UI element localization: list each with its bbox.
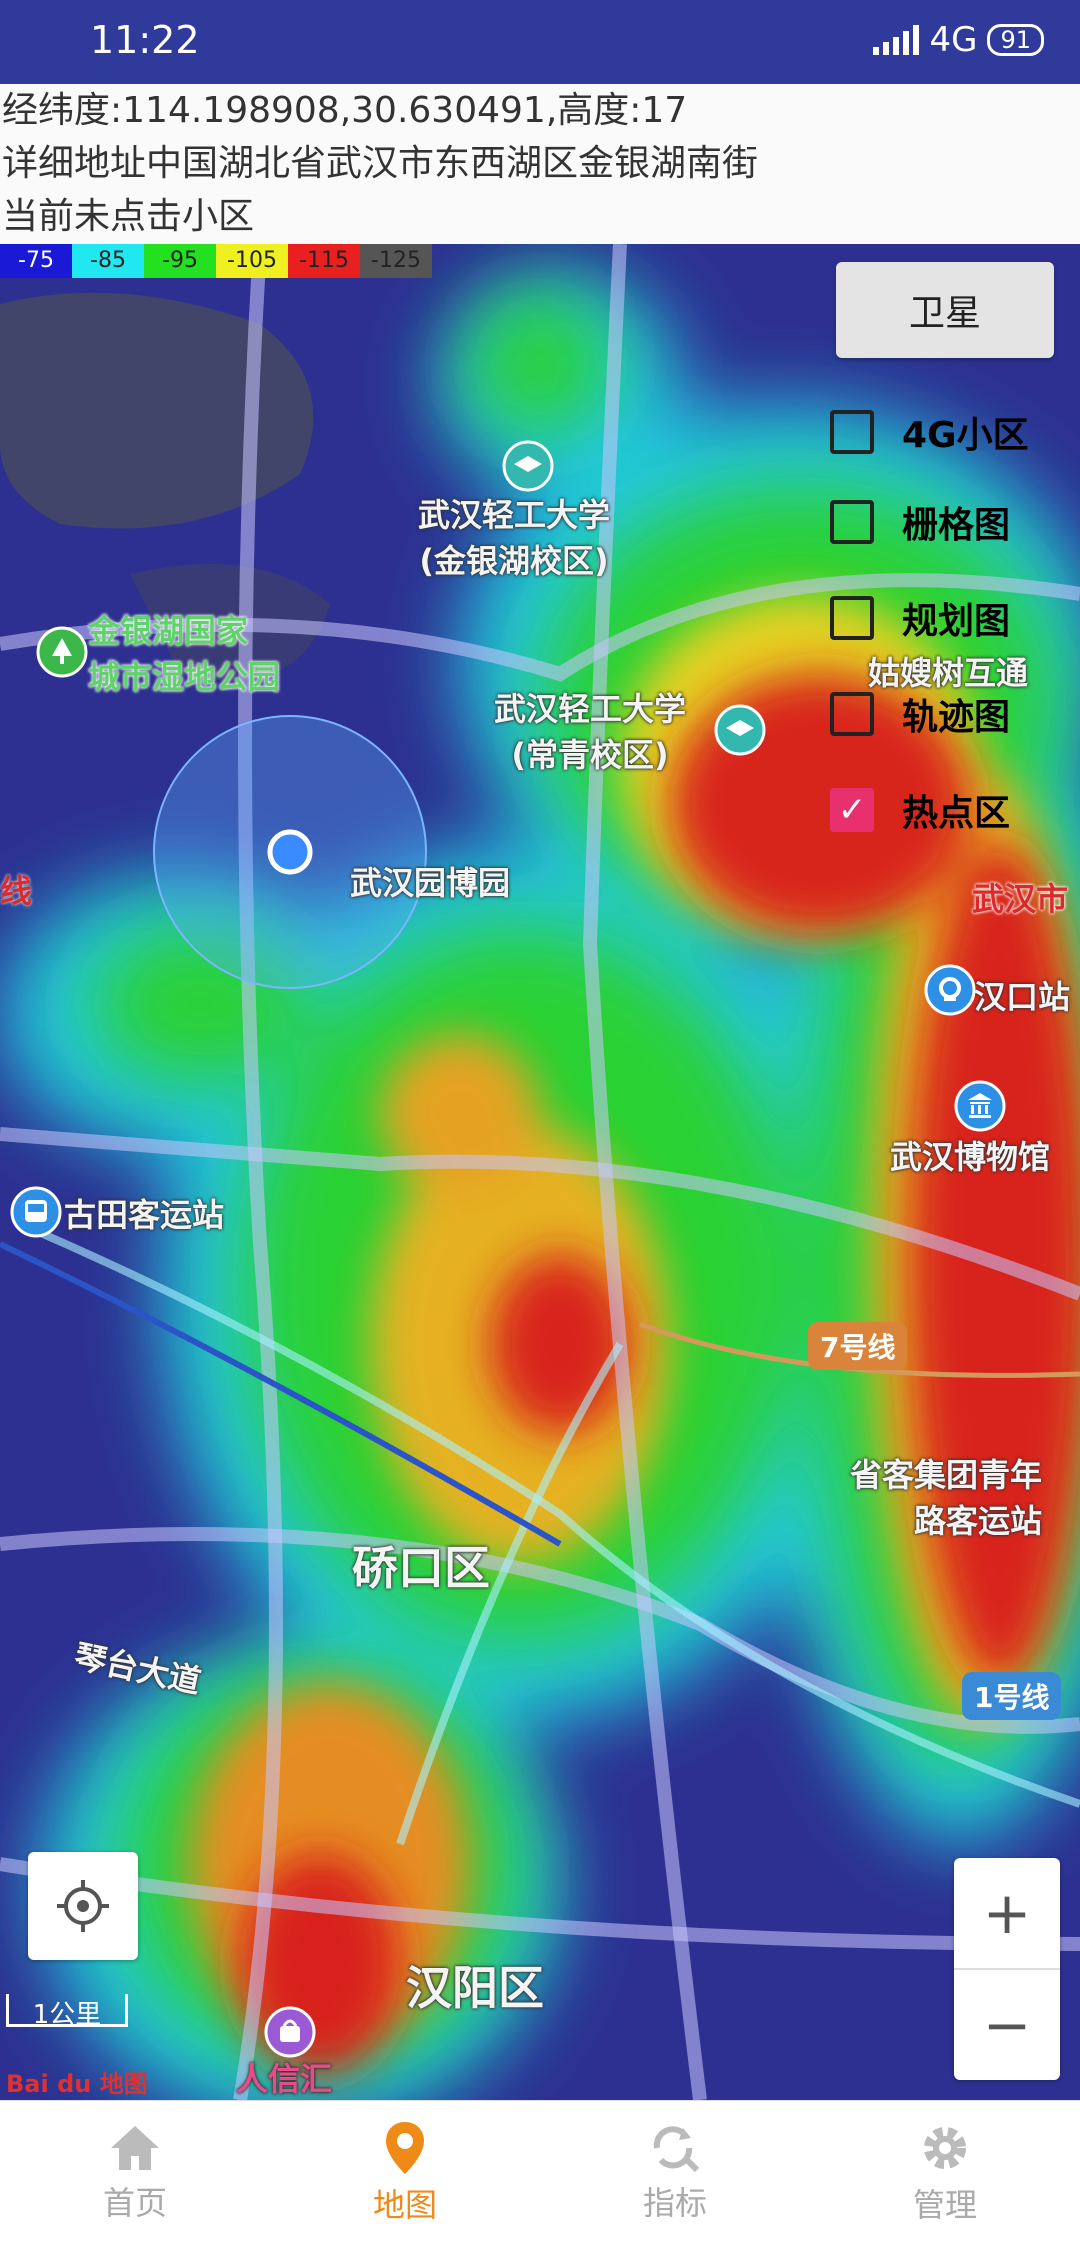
gear-icon xyxy=(924,2127,966,2169)
status-icons: 4G 91 xyxy=(873,20,1044,60)
layer-toggle-planning[interactable]: 规划图 xyxy=(830,592,1010,644)
layer-toggle-4g-cell[interactable]: 4G小区 xyxy=(830,406,1029,458)
zoom-in-button[interactable]: + xyxy=(954,1858,1060,1968)
checkbox-checked[interactable]: ✓ xyxy=(830,788,874,832)
my-location-dot xyxy=(267,829,313,875)
metro-line-7-badge: 7号线 xyxy=(808,1322,908,1370)
bus-station-icon[interactable] xyxy=(10,1186,62,1238)
zoom-control: + − xyxy=(954,1858,1060,2080)
nav-manage[interactable]: 管理 xyxy=(810,2101,1080,2245)
nav-label: 地图 xyxy=(372,2186,437,2224)
nav-home[interactable]: 首页 xyxy=(0,2101,270,2245)
nav-label: 指标 xyxy=(642,2184,707,2222)
map-label-hanyang[interactable]: 汉阳区 xyxy=(406,1952,544,2018)
map-pin-icon xyxy=(386,2122,424,2174)
layer-label: 轨迹图 xyxy=(902,697,1011,738)
legend-item: -115 xyxy=(288,244,360,278)
layer-toggle-track[interactable]: 轨迹图 xyxy=(830,688,1010,740)
museum-icon[interactable] xyxy=(954,1080,1006,1132)
battery-icon: 91 xyxy=(987,24,1044,56)
signal-legend: -75 -85 -95 -105 -115 -125 xyxy=(0,244,432,278)
legend-item: -75 xyxy=(0,244,72,278)
layer-label: 规划图 xyxy=(902,601,1011,642)
map-label-shengke-station[interactable]: 省客集团青年 路客运站 xyxy=(850,1450,1042,1542)
layer-label: 栅格图 xyxy=(902,505,1011,546)
shopping-icon[interactable] xyxy=(264,2006,316,2058)
layer-toggle-grid[interactable]: 栅格图 xyxy=(830,496,1010,548)
metro-line-1-badge: 1号线 xyxy=(962,1672,1062,1720)
legend-item: -95 xyxy=(144,244,216,278)
university-icon[interactable] xyxy=(714,704,766,756)
locate-me-button[interactable] xyxy=(28,1852,138,1960)
map-view[interactable]: -75 -85 -95 -105 -115 -125 武汉轻工大学 (金银湖校区… xyxy=(0,244,1080,2100)
map-label-line: 线 xyxy=(0,872,33,910)
zoom-out-button[interactable]: − xyxy=(954,1970,1060,2080)
map-label-wuhan-city[interactable]: 武汉市 xyxy=(972,874,1068,920)
university-icon[interactable] xyxy=(502,440,554,492)
map-label-wqu-jinyinhu[interactable]: 武汉轻工大学 (金银湖校区) xyxy=(418,490,610,582)
station-icon[interactable] xyxy=(924,964,976,1016)
checkbox[interactable] xyxy=(830,410,874,454)
park-icon[interactable] xyxy=(36,626,88,678)
map-label-qiaokou[interactable]: 硚口区 xyxy=(352,1532,490,1598)
signal-icon xyxy=(873,25,920,55)
status-time: 11:22 xyxy=(90,18,200,62)
map-label-gutian-station[interactable]: 古田客运站 xyxy=(64,1190,224,1236)
map-label-museum[interactable]: 武汉博物馆 xyxy=(890,1132,1050,1178)
status-bar: 11:22 4G 91 xyxy=(0,0,1080,84)
nav-label: 管理 xyxy=(912,2186,977,2224)
legend-item: -125 xyxy=(360,244,432,278)
crosshair-icon xyxy=(57,1880,109,1932)
nav-indicators[interactable]: 指标 xyxy=(540,2101,810,2245)
home-icon xyxy=(111,2126,159,2170)
baidu-logo: Bai du 地图 xyxy=(6,2070,148,2098)
legend-item: -85 xyxy=(72,244,144,278)
bottom-nav: 首页 地图 指标 管理 xyxy=(0,2100,1080,2245)
coords-text: 经纬度:114.198908,30.630491,高度:17 xyxy=(2,90,688,131)
nav-map[interactable]: 地图 xyxy=(270,2101,540,2245)
satellite-button[interactable]: 卫星 xyxy=(836,262,1054,358)
map-label-wqu-changqing[interactable]: 武汉轻工大学 (常青校区) xyxy=(494,684,686,776)
address-text: 详细地址中国湖北省武汉市东西湖区金银湖南街 xyxy=(2,143,759,184)
checkbox[interactable] xyxy=(830,692,874,736)
map-label-renxinhui[interactable]: 人信汇 xyxy=(236,2054,332,2100)
scale-bar: 1公里 xyxy=(6,1994,128,2030)
checkbox[interactable] xyxy=(830,596,874,640)
location-info-panel: 经纬度:114.198908,30.630491,高度:17 详细地址中国湖北省… xyxy=(0,84,1080,244)
layer-toggle-hotspot[interactable]: ✓ 热点区 xyxy=(830,784,1010,836)
network-type: 4G xyxy=(929,20,978,60)
map-label-wetland-park[interactable]: 金银湖国家 城市湿地公园 xyxy=(88,606,280,698)
battery-level: 91 xyxy=(1000,26,1031,54)
layer-label: 热点区 xyxy=(902,793,1011,834)
nav-label: 首页 xyxy=(102,2184,167,2222)
checkbox[interactable] xyxy=(830,500,874,544)
cell-text: 当前未点击小区 xyxy=(2,196,255,237)
refresh-search-icon xyxy=(653,2126,700,2173)
map-label-hankou-station[interactable]: 汉口站 xyxy=(974,972,1070,1018)
map-label-expo-park[interactable]: 武汉园博园 xyxy=(350,858,510,904)
legend-item: -105 xyxy=(216,244,288,278)
layer-label: 4G小区 xyxy=(902,415,1029,456)
